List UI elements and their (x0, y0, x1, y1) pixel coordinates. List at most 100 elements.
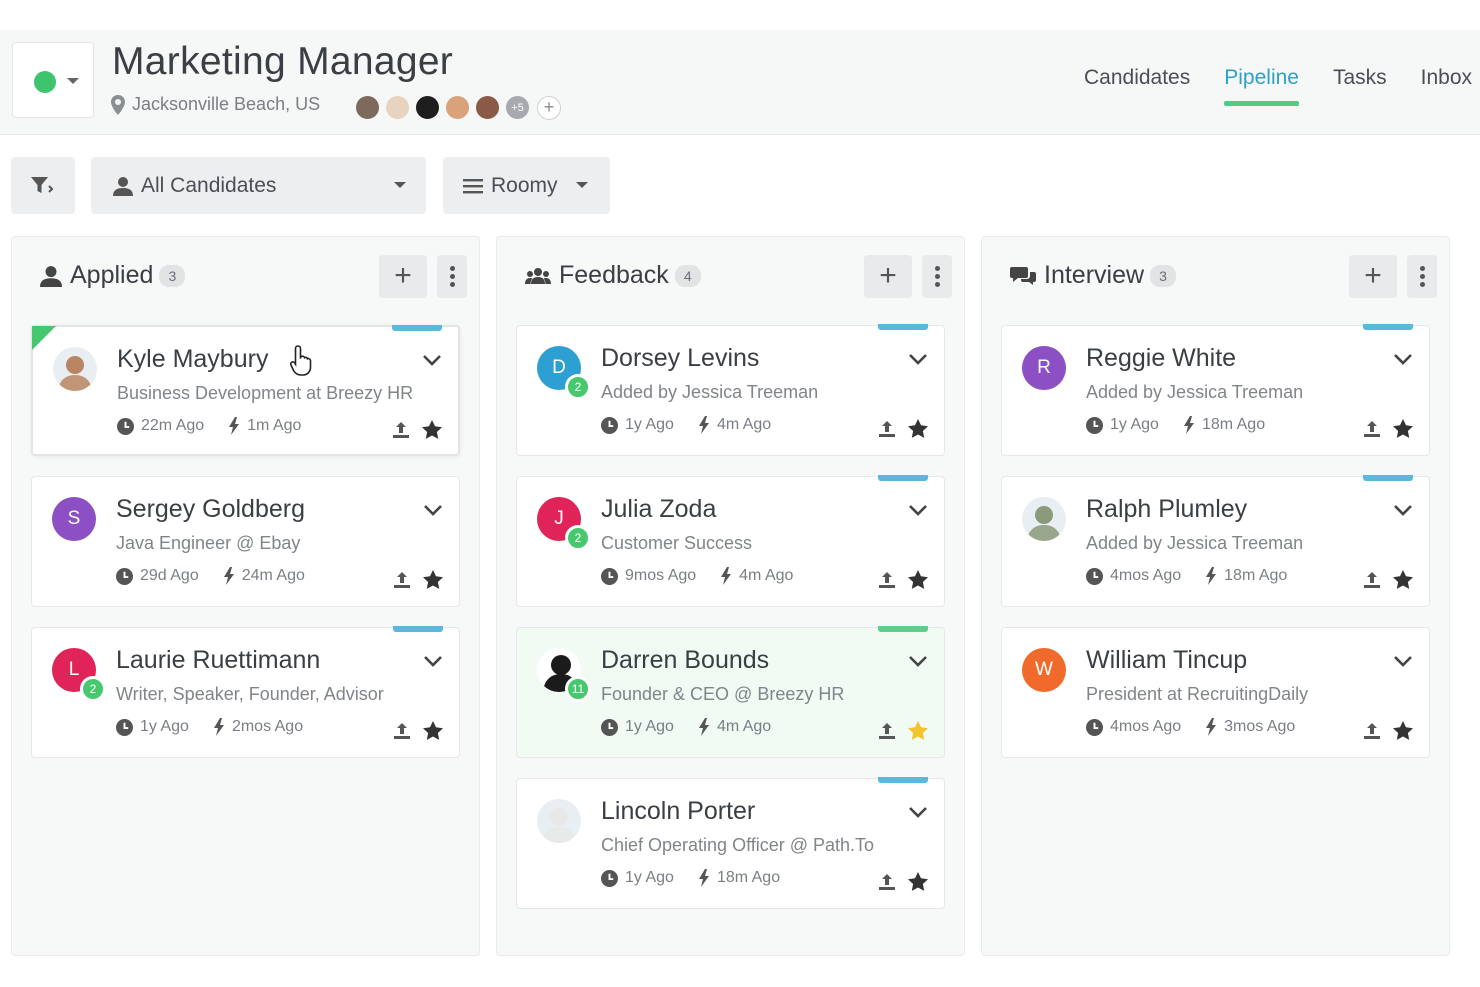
candidate-name[interactable]: Julia Zoda (601, 495, 716, 524)
chevron-down-icon[interactable] (1393, 654, 1413, 673)
column-menu-button[interactable] (437, 255, 467, 298)
star-icon[interactable] (908, 419, 928, 443)
star-icon[interactable] (908, 570, 928, 594)
star-icon[interactable] (1393, 570, 1413, 594)
star-icon[interactable] (423, 570, 443, 594)
candidate-card[interactable]: W William Tincup President at RecruitingDa… (1001, 627, 1430, 758)
candidate-card[interactable]: R Reggie White Added by Jessica Treeman 1y … (1001, 324, 1430, 456)
candidate-activity: 1y Ago 18m Ago (601, 869, 780, 887)
avatar[interactable]: D2 (537, 346, 591, 400)
star-icon[interactable] (1393, 419, 1413, 443)
candidate-name[interactable]: Reggie White (1086, 344, 1236, 373)
bolt-icon (698, 718, 710, 736)
candidate-name[interactable]: William Tincup (1086, 646, 1247, 675)
tab-inbox[interactable]: Inbox (1421, 66, 1472, 106)
move-stage-icon[interactable] (878, 873, 896, 896)
add-candidate-button[interactable]: + (864, 255, 912, 298)
avatar[interactable]: 11 (537, 648, 591, 702)
move-stage-icon[interactable] (878, 420, 896, 443)
candidate-name[interactable]: Dorsey Levins (601, 344, 759, 373)
avatar[interactable]: L2 (52, 648, 106, 702)
kebab-dot-icon (934, 282, 940, 287)
candidate-card[interactable]: Ralph Plumley Added by Jessica Treeman 4mo… (1001, 475, 1430, 607)
candidate-filter-label: All Candidates (141, 173, 277, 197)
candidate-activity: 1y Ago 18m Ago (1086, 416, 1265, 434)
added-time: 1y Ago (625, 416, 674, 433)
candidate-name[interactable]: Ralph Plumley (1086, 495, 1247, 524)
column-menu-button[interactable] (922, 255, 952, 298)
chevron-down-icon[interactable] (1393, 352, 1413, 371)
move-stage-icon[interactable] (1363, 420, 1381, 443)
move-stage-icon[interactable] (392, 421, 410, 444)
candidate-card[interactable]: D 2 Dorsey Levins Added by Jessica Treeman 1… (516, 324, 945, 456)
chevron-down-icon[interactable] (423, 503, 443, 522)
star-icon[interactable] (908, 872, 928, 896)
move-stage-icon[interactable] (1363, 571, 1381, 594)
move-stage-icon[interactable] (393, 571, 411, 594)
candidate-name[interactable]: Lincoln Porter (601, 797, 755, 826)
view-mode-dropdown[interactable]: Roomy (443, 157, 610, 214)
chevron-down-icon[interactable] (423, 654, 443, 673)
candidate-card[interactable]: S Sergey Goldberg Java Engineer @ Ebay 29d … (31, 476, 460, 607)
candidate-name[interactable]: Darren Bounds (601, 646, 769, 675)
team-more-count[interactable]: +5 (504, 94, 531, 121)
column-menu-button[interactable] (1407, 255, 1437, 298)
avatar[interactable] (1022, 497, 1066, 541)
add-team-member-button[interactable]: + (537, 95, 561, 120)
candidate-subtitle: President at RecruitingDaily (1086, 684, 1309, 704)
avatar[interactable]: W (1022, 648, 1066, 692)
avatar[interactable] (537, 799, 581, 843)
job-status-dropdown[interactable] (12, 42, 94, 118)
bolt-icon (1205, 567, 1217, 585)
candidate-card[interactable]: J 2 Julia Zoda Customer Success 9mos Ago 4m A… (516, 475, 945, 607)
avatar[interactable]: S (52, 497, 96, 541)
chevron-down-icon[interactable] (908, 654, 928, 673)
move-stage-icon[interactable] (1363, 722, 1381, 745)
clock-icon (116, 567, 133, 585)
chevron-down-icon[interactable] (908, 805, 928, 824)
team-member-avatar[interactable] (384, 94, 411, 121)
move-stage-icon[interactable] (878, 571, 896, 594)
candidate-filter-dropdown[interactable]: All Candidates (91, 157, 426, 214)
avatar[interactable]: R (1022, 346, 1066, 390)
page-title: Marketing Manager (112, 40, 454, 83)
filter-button[interactable] (11, 157, 75, 214)
candidate-name[interactable]: Kyle Maybury (117, 345, 268, 374)
candidate-card[interactable]: Kyle Maybury Business Development at Bree… (31, 325, 460, 456)
star-icon[interactable] (908, 721, 928, 745)
candidate-subtitle: Added by Jessica Treeman (1086, 533, 1304, 553)
chevron-down-icon[interactable] (422, 353, 442, 372)
add-candidate-button[interactable]: + (379, 255, 427, 298)
move-stage-icon[interactable] (393, 722, 411, 745)
tab-tasks[interactable]: Tasks (1333, 66, 1387, 106)
move-stage-icon[interactable] (878, 722, 896, 745)
new-candidate-corner-icon (32, 326, 56, 350)
avatar[interactable]: J2 (537, 497, 591, 551)
avatar[interactable] (53, 347, 97, 391)
candidate-name[interactable]: Sergey Goldberg (116, 495, 305, 524)
chevron-down-icon[interactable] (908, 503, 928, 522)
star-icon[interactable] (422, 420, 442, 444)
team-member-avatar[interactable] (444, 94, 471, 121)
candidate-subtitle: Added by Jessica Treeman (1086, 382, 1304, 402)
location-text: Jacksonville Beach, US (132, 94, 321, 114)
star-icon[interactable] (1393, 721, 1413, 745)
team-member-avatar[interactable] (414, 94, 441, 121)
candidate-name[interactable]: Laurie Ruettimann (116, 646, 320, 675)
avatar-initial: J (554, 508, 564, 529)
add-candidate-button[interactable]: + (1349, 255, 1397, 298)
candidate-card[interactable]: Lincoln Porter Chief Operating Officer @ … (516, 777, 945, 909)
team-member-avatar[interactable] (474, 94, 501, 121)
candidate-card[interactable]: L 2 Laurie Ruettimann Writer, Speaker, Foun… (31, 626, 460, 758)
bolt-icon (213, 718, 225, 736)
chevron-down-icon[interactable] (1393, 503, 1413, 522)
candidate-card[interactable]: 11 Darren Bounds Founder & CEO @ Breezy HR… (516, 626, 945, 758)
tab-pipeline[interactable]: Pipeline (1224, 66, 1299, 106)
stage-tag (878, 777, 928, 783)
tab-candidates[interactable]: Candidates (1084, 66, 1190, 106)
status-dot-icon (34, 71, 56, 93)
team-member-avatar[interactable] (354, 94, 381, 121)
job-header: Marketing Manager Jacksonville Beach, US… (0, 30, 1480, 135)
star-icon[interactable] (423, 721, 443, 745)
chevron-down-icon[interactable] (908, 352, 928, 371)
